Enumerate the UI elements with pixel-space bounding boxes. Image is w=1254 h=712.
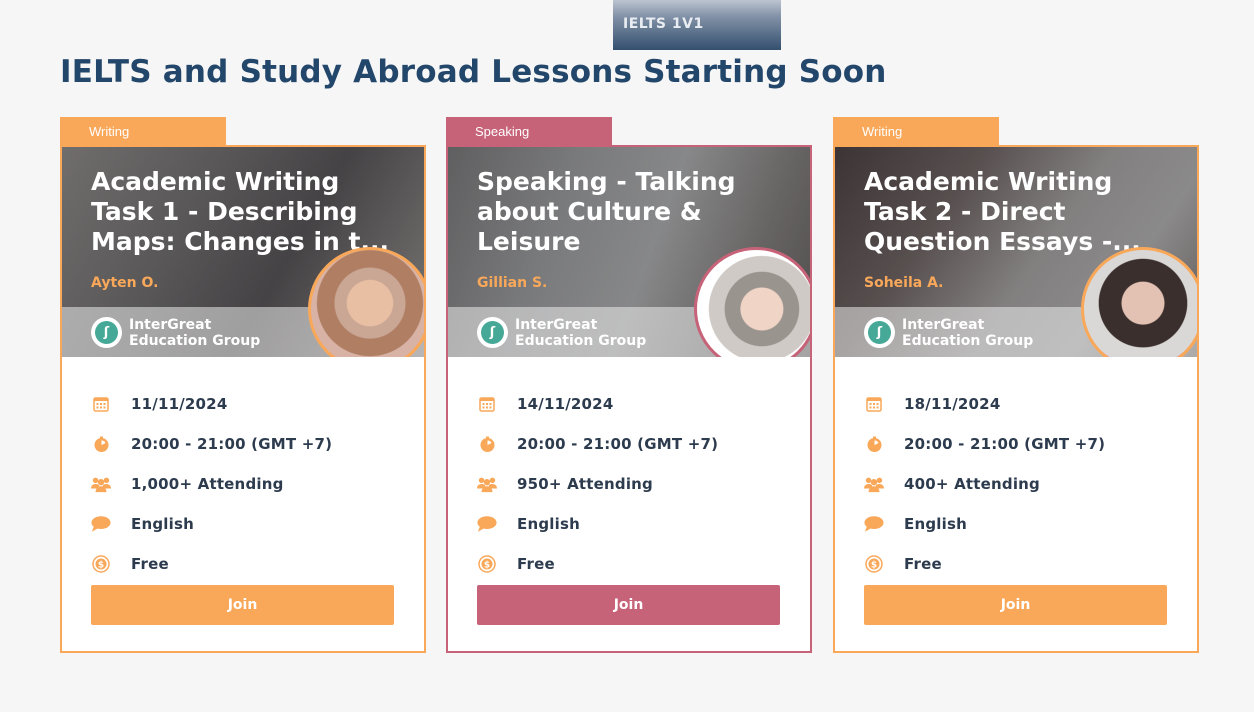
svg-text:$: $	[98, 561, 104, 571]
language-row: English	[477, 504, 718, 544]
date-row: 14/11/2024	[477, 384, 718, 424]
host-name: Gillian S.	[477, 275, 548, 291]
lesson-details: 18/11/2024 20:00 - 21:00 (GMT +7) 400+ A…	[864, 384, 1105, 584]
attending-value: 950+ Attending	[517, 475, 653, 493]
price-row: $ Free	[91, 544, 332, 584]
lesson-card: Speaking Speaking - Talking about Cultur…	[446, 117, 812, 653]
calendar-icon	[477, 394, 497, 414]
time-value: 20:00 - 21:00 (GMT +7)	[517, 435, 719, 453]
category-tag: Writing	[60, 117, 226, 145]
svg-text:$: $	[484, 561, 490, 571]
price-value: Free	[131, 555, 169, 573]
category-tag: Writing	[833, 117, 999, 145]
lesson-card: Writing Academic Writing Task 1 - Descri…	[60, 117, 426, 653]
coin-icon: $	[477, 554, 497, 574]
lesson-title[interactable]: Academic Writing Task 1 - Describing Map…	[91, 167, 391, 257]
card-banner[interactable]: Academic Writing Task 2 - Direct Questio…	[835, 147, 1197, 357]
clock-icon	[864, 434, 884, 454]
svg-text:$: $	[871, 561, 877, 571]
coin-icon: $	[864, 554, 884, 574]
price-value: Free	[904, 555, 942, 573]
language-row: English	[91, 504, 332, 544]
card-banner[interactable]: Speaking - Talking about Culture & Leisu…	[448, 147, 810, 357]
language-value: English	[517, 515, 580, 533]
attending-row: 950+ Attending	[477, 464, 718, 504]
people-icon	[864, 474, 884, 494]
attending-value: 1,000+ Attending	[131, 475, 284, 493]
language-value: English	[131, 515, 194, 533]
org-logo-icon: ʃ	[477, 317, 508, 348]
card-frame: Academic Writing Task 2 - Direct Questio…	[833, 145, 1199, 653]
time-row: 20:00 - 21:00 (GMT +7)	[91, 424, 332, 464]
calendar-icon	[91, 394, 111, 414]
org-logo-icon: ʃ	[864, 317, 895, 348]
card-frame: Speaking - Talking about Culture & Leisu…	[446, 145, 812, 653]
date-value: 11/11/2024	[131, 395, 228, 413]
people-icon	[91, 474, 111, 494]
speech-bubble-icon	[91, 514, 111, 534]
people-icon	[477, 474, 497, 494]
attending-row: 1,000+ Attending	[91, 464, 332, 504]
speech-bubble-icon	[864, 514, 884, 534]
lesson-details: 11/11/2024 20:00 - 21:00 (GMT +7) 1,000+…	[91, 384, 332, 584]
time-row: 20:00 - 21:00 (GMT +7)	[864, 424, 1105, 464]
date-row: 18/11/2024	[864, 384, 1105, 424]
card-banner[interactable]: Academic Writing Task 1 - Describing Map…	[62, 147, 424, 357]
speech-bubble-icon	[477, 514, 497, 534]
card-frame: Academic Writing Task 1 - Describing Map…	[60, 145, 426, 653]
category-tag: Speaking	[446, 117, 612, 145]
lesson-details: 14/11/2024 20:00 - 21:00 (GMT +7) 950+ A…	[477, 384, 718, 584]
price-row: $ Free	[477, 544, 718, 584]
date-value: 18/11/2024	[904, 395, 1001, 413]
ielts-1v1-tab[interactable]: IELTS 1V1	[613, 0, 781, 50]
calendar-icon	[864, 394, 884, 414]
price-value: Free	[517, 555, 555, 573]
org-name: InterGreat Education Group	[129, 317, 261, 349]
time-value: 20:00 - 21:00 (GMT +7)	[904, 435, 1106, 453]
lesson-title[interactable]: Speaking - Talking about Culture & Leisu…	[477, 167, 777, 257]
lesson-card: Writing Academic Writing Task 2 - Direct…	[833, 117, 1199, 653]
language-row: English	[864, 504, 1105, 544]
attending-row: 400+ Attending	[864, 464, 1105, 504]
date-value: 14/11/2024	[517, 395, 614, 413]
host-name: Soheila A.	[864, 275, 944, 291]
join-button[interactable]: Join	[477, 585, 780, 625]
join-button[interactable]: Join	[91, 585, 394, 625]
lesson-title[interactable]: Academic Writing Task 2 - Direct Questio…	[864, 167, 1164, 257]
org-name: InterGreat Education Group	[902, 317, 1034, 349]
ielts-1v1-tab-label: IELTS 1V1	[623, 16, 704, 32]
clock-icon	[477, 434, 497, 454]
section-heading: IELTS and Study Abroad Lessons Starting …	[60, 54, 887, 90]
language-value: English	[904, 515, 967, 533]
date-row: 11/11/2024	[91, 384, 332, 424]
time-value: 20:00 - 21:00 (GMT +7)	[131, 435, 333, 453]
org-name: InterGreat Education Group	[515, 317, 647, 349]
clock-icon	[91, 434, 111, 454]
host-name: Ayten O.	[91, 275, 159, 291]
coin-icon: $	[91, 554, 111, 574]
attending-value: 400+ Attending	[904, 475, 1040, 493]
join-button[interactable]: Join	[864, 585, 1167, 625]
price-row: $ Free	[864, 544, 1105, 584]
time-row: 20:00 - 21:00 (GMT +7)	[477, 424, 718, 464]
org-logo-icon: ʃ	[91, 317, 122, 348]
